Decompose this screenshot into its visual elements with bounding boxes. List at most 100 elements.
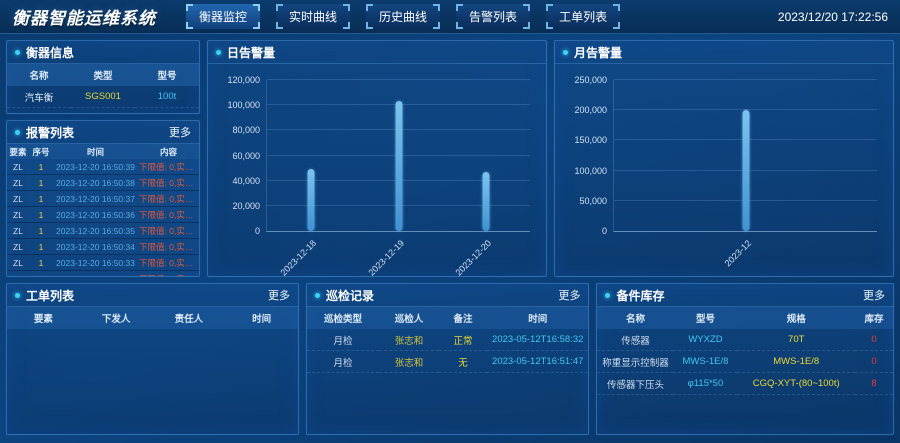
bar <box>483 172 490 231</box>
left-column: 衡器信息 名称类型型号汽车衡SGS001100t 报警列表 更多 要素序号时间内… <box>6 40 200 277</box>
tab-workorder-list[interactable]: 工单列表 <box>546 4 620 29</box>
table-cell: 1 <box>29 207 53 223</box>
inspection-table: 巡检类型巡检人备注时间月检张志和正常2023-05-12T16:58:32月检张… <box>307 307 588 373</box>
panel-title: 备件库存 <box>616 287 664 304</box>
table-row: ZL12023-12-20 16:50:33下限值: 0,实际值: -1540 <box>7 255 199 271</box>
tab-device-monitor[interactable]: 衡器监控 <box>186 4 260 29</box>
table-cell: 传感器下压头 <box>597 373 673 395</box>
table-cell: 1 <box>29 239 53 255</box>
table-row: 月检张志和正常2023-05-12T16:58:32 <box>307 329 588 351</box>
spare-parts-table: 名称型号规格库存传感器WYXZD70T0称重显示控制器MWS-1E/8MWS-1… <box>597 307 893 395</box>
panel-body: 名称类型型号汽车衡SGS001100t <box>7 64 199 113</box>
table-cell: φ115*50 <box>673 373 737 395</box>
column-header: 下发人 <box>80 307 153 329</box>
table-cell: 下限值: 0,实际值: -1540 <box>138 207 199 223</box>
panel-body: 要素序号时间内容ZL12023-12-20 16:50:39下限值: 0,实际值… <box>7 144 199 276</box>
panel-body: 名称型号规格库存传感器WYXZD70T0称重显示控制器MWS-1E/8MWS-1… <box>597 307 893 434</box>
column-header: 名称 <box>7 64 71 86</box>
column-header: 类型 <box>71 64 135 86</box>
datetime-display: 2023/12/20 17:22:56 <box>778 10 888 24</box>
y-axis-label: 250,000 <box>574 75 607 85</box>
y-axis-label: 50,000 <box>579 196 607 206</box>
column-header: 内容 <box>138 144 199 159</box>
table-cell: 2023-05-12T16:51:47 <box>487 351 588 373</box>
table-cell: 2023-12-20 16:50:35 <box>53 223 138 239</box>
table-cell: 张志和 <box>379 351 439 373</box>
gridline <box>614 79 877 80</box>
table-cell: 下限值: 0,实际值: -1540 <box>138 255 199 271</box>
device-info-panel: 衡器信息 名称类型型号汽车衡SGS001100t <box>6 40 200 114</box>
panel-title: 工单列表 <box>26 287 74 304</box>
tab-alarm-list[interactable]: 告警列表 <box>456 4 530 29</box>
column-header: 备注 <box>439 307 487 329</box>
table-cell: 2023-12-20 16:50:38 <box>53 175 138 191</box>
table-header-row: 要素下发人责任人时间 <box>7 307 298 329</box>
table-row: 月检张志和无2023-05-12T16:51:47 <box>307 351 588 373</box>
alarm-list-panel: 报警列表 更多 要素序号时间内容ZL12023-12-20 16:50:39下限… <box>6 120 200 277</box>
panel-header: 工单列表 更多 <box>7 284 298 307</box>
bar <box>742 110 749 231</box>
table-cell: 下限值: 0,实际值: -1540 <box>138 191 199 207</box>
panel-body: 020,00040,00060,00080,000100,000120,0002… <box>208 64 546 276</box>
panel-header: 巡检记录 更多 <box>307 284 588 307</box>
bar <box>395 101 402 231</box>
y-axis-label: 40,000 <box>232 176 260 186</box>
table-cell: ZL <box>7 239 29 255</box>
y-axis-label: 80,000 <box>232 125 260 135</box>
table-cell: 2023-12-20 16:50:36 <box>53 207 138 223</box>
table-cell: MWS-1E/8 <box>673 351 737 373</box>
table-cell: 8 <box>855 373 893 395</box>
table-row: ZL12023-12-20 16:50:39下限值: 0,实际值: -1540 <box>7 159 199 175</box>
x-axis-label: 2023-12-20 <box>454 238 494 276</box>
app-title: 衡器智能运维系统 <box>12 4 156 29</box>
table-cell: CGQ-XYT-(80~100t) <box>737 373 855 395</box>
column-header: 规格 <box>737 307 855 329</box>
table-cell: 下限值: 0,实际值: -1540 <box>138 175 199 191</box>
panel-header: 备件库存 更多 <box>597 284 893 307</box>
y-axis-label: 0 <box>602 226 607 236</box>
panel-header: 月告警量 <box>555 41 893 64</box>
y-axis-label: 20,000 <box>232 201 260 211</box>
table-cell: 无 <box>439 351 487 373</box>
table-cell: 2023-05-12T16:58:32 <box>487 329 588 351</box>
app-root: 衡器智能运维系统 衡器监控 实时曲线 历史曲线 告警列表 工单列表 2023/1… <box>0 0 900 441</box>
daily-alarm-chart: 020,00040,00060,00080,000100,000120,0002… <box>266 80 530 232</box>
bullet-dot-icon <box>563 50 568 55</box>
dashboard: 衡器信息 名称类型型号汽车衡SGS001100t 报警列表 更多 要素序号时间内… <box>0 34 900 441</box>
x-axis-label: 2023-12-19 <box>366 238 406 276</box>
panel-title: 报警列表 <box>26 124 74 141</box>
panel-title: 巡检记录 <box>326 287 374 304</box>
tab-realtime-curve[interactable]: 实时曲线 <box>276 4 350 29</box>
device-info-table: 名称类型型号汽车衡SGS001100t <box>7 64 199 108</box>
workorders-more-link[interactable]: 更多 <box>268 287 290 303</box>
x-axis-label: 2023-12 <box>722 238 752 268</box>
table-cell: 2023-12-20 16:50:33 <box>53 255 138 271</box>
table-cell: 1 <box>29 271 53 277</box>
inspection-more-link[interactable]: 更多 <box>558 287 580 303</box>
table-row: 称重显示控制器MWS-1E/8MWS-1E/80 <box>597 351 893 373</box>
table-row: ZL12023-12-20 16:50:32下限值: 0,实际值: -1540 <box>7 271 199 277</box>
nav-tabs: 衡器监控 实时曲线 历史曲线 告警列表 工单列表 <box>186 4 620 29</box>
panel-title: 衡器信息 <box>26 44 74 61</box>
app-header: 衡器智能运维系统 衡器监控 实时曲线 历史曲线 告警列表 工单列表 2023/1… <box>0 0 900 34</box>
inspection-panel: 巡检记录 更多 巡检类型巡检人备注时间月检张志和正常2023-05-12T16:… <box>306 283 589 435</box>
table-cell: 称重显示控制器 <box>597 351 673 373</box>
tab-history-curve[interactable]: 历史曲线 <box>366 4 440 29</box>
column-header: 型号 <box>673 307 737 329</box>
table-cell: ZL <box>7 223 29 239</box>
y-axis-label: 60,000 <box>232 151 260 161</box>
alarms-more-link[interactable]: 更多 <box>169 124 191 140</box>
chart-area: 020,00040,00060,00080,000100,000120,0002… <box>208 64 546 276</box>
spares-more-link[interactable]: 更多 <box>863 287 885 303</box>
table-header-row: 要素序号时间内容 <box>7 144 199 159</box>
table-cell: 1 <box>29 223 53 239</box>
table-cell: 下限值: 0,实际值: -1540 <box>138 271 199 277</box>
bottom-row: 工单列表 更多 要素下发人责任人时间 巡检记录 更多 巡检类型巡检人备注时间月检… <box>6 283 894 435</box>
bar <box>307 169 314 231</box>
column-header: 序号 <box>29 144 53 159</box>
table-row: ZL12023-12-20 16:50:38下限值: 0,实际值: -1540 <box>7 175 199 191</box>
alarm-table: 要素序号时间内容ZL12023-12-20 16:50:39下限值: 0,实际值… <box>7 144 199 276</box>
table-cell: 70T <box>737 329 855 351</box>
y-axis-label: 120,000 <box>227 75 260 85</box>
workorder-panel: 工单列表 更多 要素下发人责任人时间 <box>6 283 299 435</box>
